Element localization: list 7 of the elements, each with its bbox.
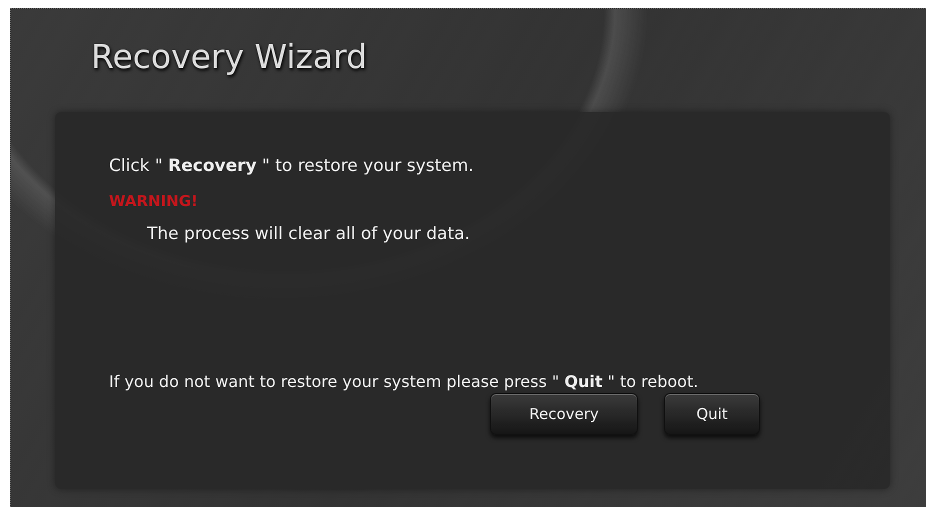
instruction-text: Click " Recovery " to restore your system. (109, 156, 475, 176)
recovery-button[interactable]: Recovery (490, 393, 638, 435)
quit-note: If you do not want to restore your system please press " Quit " to reboot. (109, 372, 700, 391)
window-title: Recovery Wizard (91, 37, 368, 76)
warning-message: The process will clear all of your data. (147, 224, 471, 244)
quit-button[interactable]: Quit (664, 393, 760, 435)
warning-label: WARNING! (109, 192, 198, 210)
